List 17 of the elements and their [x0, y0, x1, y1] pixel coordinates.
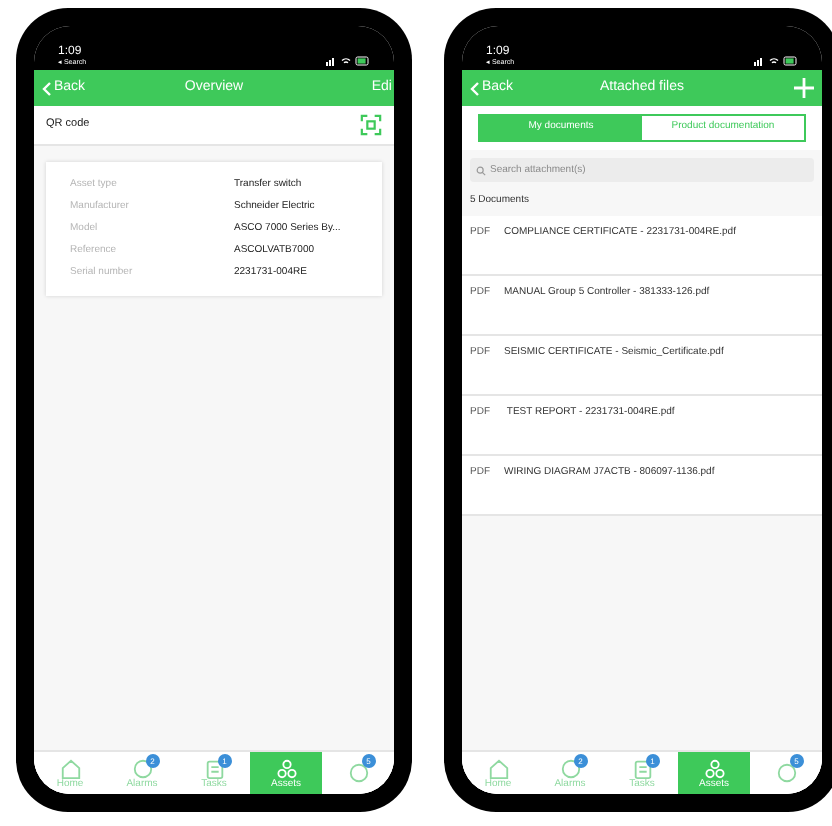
- circle-icon: [347, 762, 369, 784]
- clipboard-icon: [631, 757, 653, 779]
- chevron-left-icon: [470, 81, 480, 95]
- circle-icon: [131, 757, 153, 779]
- chevron-left-icon: [42, 81, 52, 95]
- house-icon: [59, 757, 81, 779]
- scan-icon[interactable]: [360, 114, 382, 136]
- circles-icon: [703, 757, 725, 779]
- clipboard-icon: [203, 757, 225, 779]
- house-icon: [487, 757, 509, 779]
- circle-icon: [559, 757, 581, 779]
- circle-icon: [775, 762, 797, 784]
- status-icons-drawing: [326, 56, 370, 66]
- status-icons-drawing: [754, 56, 798, 66]
- plus-icon[interactable]: [794, 78, 814, 98]
- circles-icon: [275, 757, 297, 779]
- search-icon: [476, 165, 486, 175]
